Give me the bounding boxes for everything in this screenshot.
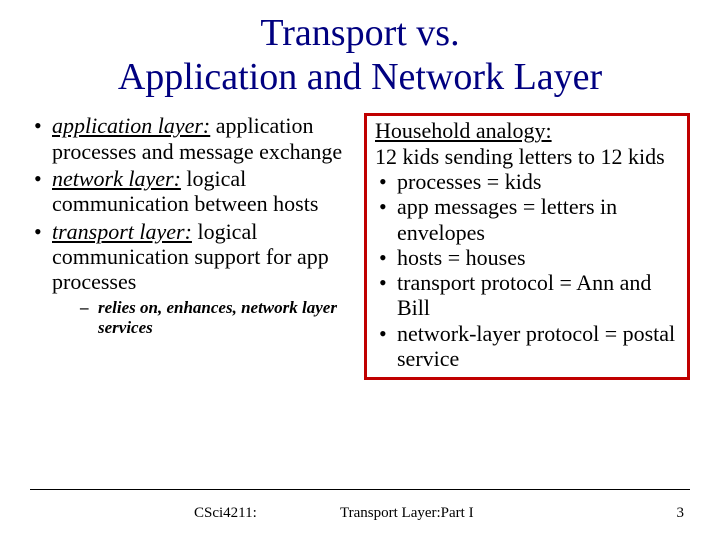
right-column: Household analogy: 12 kids sending lette…: [364, 113, 690, 380]
analogy-subtitle: 12 kids sending letters to 12 kids: [375, 144, 679, 169]
content-columns: application layer: application processes…: [30, 113, 690, 380]
sub-bullet: relies on, enhances, network layer servi…: [80, 298, 350, 337]
footer-divider: [30, 489, 690, 490]
left-column: application layer: application processes…: [30, 113, 350, 380]
bullet-transport-layer: transport layer: logical communication s…: [30, 219, 350, 338]
analogy-item: hosts = houses: [375, 245, 679, 270]
term: network layer:: [52, 166, 181, 191]
analogy-item: network-layer protocol = postal service: [375, 321, 679, 372]
left-bullet-list: application layer: application processes…: [30, 113, 350, 337]
sub-bullet-text: relies on, enhances, network layer servi…: [98, 298, 337, 337]
footer-course: CSci4211:: [194, 505, 257, 522]
slide-title: Transport vs. Application and Network La…: [30, 12, 690, 99]
bullet-network-layer: network layer: logical communication bet…: [30, 166, 350, 217]
term: transport layer:: [52, 219, 192, 244]
bullet-application-layer: application layer: application processes…: [30, 113, 350, 164]
analogy-item: transport protocol = Ann and Bill: [375, 270, 679, 321]
analogy-list: processes = kids app messages = letters …: [375, 169, 679, 371]
footer-page-number: 3: [677, 505, 685, 522]
analogy-item: app messages = letters in envelopes: [375, 194, 679, 245]
title-text: Transport vs. Application and Network La…: [118, 12, 602, 98]
footer-section: Transport Layer:Part I: [340, 505, 474, 522]
slide: Transport vs. Application and Network La…: [0, 0, 720, 540]
term: application layer:: [52, 113, 210, 138]
analogy-heading: Household analogy:: [375, 118, 679, 143]
analogy-box: Household analogy: 12 kids sending lette…: [364, 113, 690, 380]
analogy-item: processes = kids: [375, 169, 679, 194]
sub-bullet-list: relies on, enhances, network layer servi…: [52, 298, 350, 337]
